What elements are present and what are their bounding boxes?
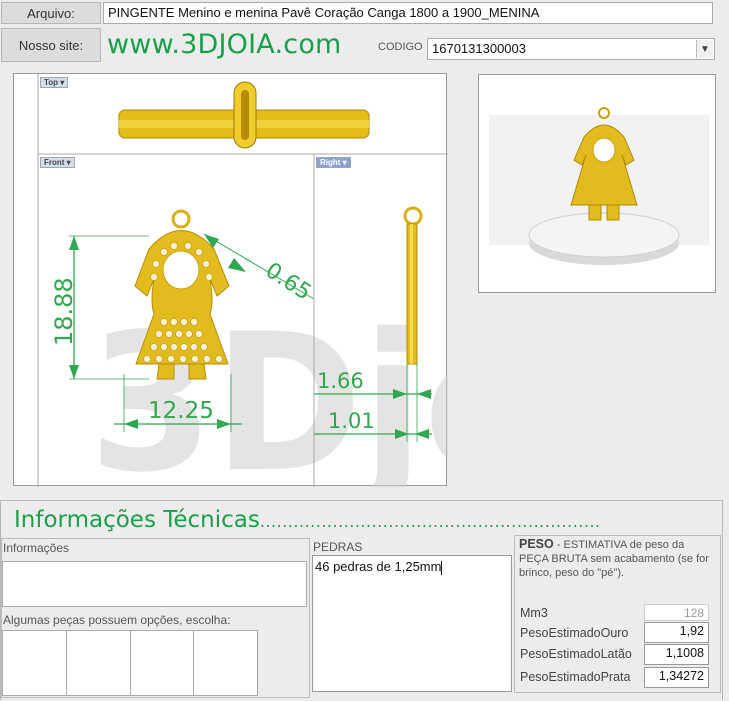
text-cursor (441, 560, 443, 575)
peso-prata-label: PesoEstimadoPrata (520, 670, 631, 684)
peso-ouro-field[interactable]: 1,92 (644, 622, 709, 643)
pedras-label: PEDRAS (313, 540, 363, 554)
arquivo-label: Arquivo: (1, 2, 101, 24)
option-cell[interactable] (3, 631, 67, 695)
dim-depth-inner: 1.01 (328, 409, 375, 433)
arquivo-field[interactable]: PINGENTE Menino e menina Pavê Coração Ca… (103, 2, 713, 24)
codigo-label: CODIGO (378, 41, 423, 53)
peso-title: PESO (519, 537, 554, 551)
viewport-tag-top[interactable]: Top ▾ (40, 77, 69, 88)
site-label: Nosso site: (1, 28, 101, 62)
viewport-tag-right[interactable]: Right ▾ (316, 157, 351, 168)
option-cell[interactable] (131, 631, 195, 695)
options-label: Algumas peças possuem opções, escolha: (3, 613, 231, 627)
chevron-down-icon[interactable]: ▼ (696, 40, 713, 58)
render-image (489, 107, 709, 265)
info-label: Informações (3, 541, 70, 555)
peso-latao-label: PesoEstimadoLatão (520, 647, 632, 661)
info-textbox[interactable] (2, 561, 307, 607)
peso-prata-field[interactable]: 1,34272 (644, 667, 709, 688)
option-cell[interactable] (194, 631, 257, 695)
codigo-select[interactable]: 1670131300003 (427, 38, 715, 60)
codigo-value: 1670131300003 (432, 41, 526, 56)
option-cell[interactable] (67, 631, 131, 695)
peso-ouro-label: PesoEstimadoOuro (520, 626, 629, 640)
pedras-value: 46 pedras de 1,25mm (315, 559, 442, 574)
peso-latao-field[interactable]: 1,1008 (644, 644, 709, 665)
technical-views-drawing: 3Djoia (37, 74, 448, 487)
site-link[interactable]: www.3DJOIA.com (107, 29, 342, 60)
dim-depth-outer: 1.66 (317, 369, 364, 393)
viewport-tag-front[interactable]: Front ▾ (40, 157, 75, 168)
top-view-model (118, 81, 370, 149)
tech-info-title: Informações Técnicas....................… (14, 507, 601, 533)
mm3-field[interactable]: 128 (644, 604, 709, 621)
render-preview-panel (478, 74, 716, 293)
dim-height: 18.88 (50, 277, 78, 346)
technical-views-panel: 3Djoia (13, 73, 448, 487)
tech-info-dots: ........................................… (259, 512, 601, 531)
dim-width: 12.25 (148, 398, 214, 424)
peso-description: PESO - ESTIMATIVA de peso da PEÇA BRUTA … (519, 537, 709, 579)
pedras-textbox[interactable]: 46 pedras de 1,25mm (312, 555, 512, 692)
mm3-label: Mm3 (520, 606, 548, 620)
options-grid (2, 630, 258, 696)
